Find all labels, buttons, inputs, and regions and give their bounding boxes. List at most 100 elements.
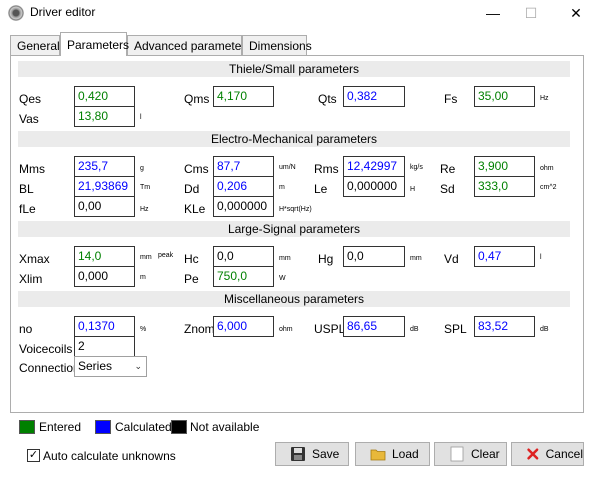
mms-field[interactable]: 235,7 [74,156,135,177]
cms-field[interactable]: 87,7 [213,156,274,177]
chevron-down-icon: ⌄ [134,361,142,371]
tab-general[interactable]: General [10,35,60,55]
pe-unit: W [279,275,286,282]
tab-advanced-parameters[interactable]: Advanced parameters [127,35,251,55]
dd-label: Dd [184,182,200,196]
pe-field[interactable]: 750,0 [213,266,274,287]
checkmark-icon: ✓ [28,449,39,461]
hg-unit: mm [410,255,422,262]
connection-selected-value: Series [78,359,113,373]
section-large-signal: Large-Signal parameters [18,221,570,237]
uspl-label: USPL [314,322,346,336]
qms-label: Qms [184,92,210,106]
xmax-field[interactable]: 14,0 [74,246,135,267]
le-field[interactable]: 0,000000 [343,176,405,197]
kle-field[interactable]: 0,000000 [213,196,274,217]
xlim-label: Xlim [19,272,43,286]
rms-unit: kg/s [410,164,423,171]
legend-na-label: Not available [190,420,260,434]
legend-calculated-label: Calculated [115,420,172,434]
auto-calculate-label: Auto calculate unknowns [43,449,176,463]
spl-label: SPL [444,322,467,336]
cancel-button-label: Cancel [545,447,583,461]
vas-field[interactable]: 13,80 [74,106,135,127]
re-field[interactable]: 3,900 [474,156,535,177]
re-unit: ohm [540,165,554,172]
no-field[interactable]: 0,1370 [74,316,135,337]
voicecoils-label: Voicecoils [19,342,73,356]
load-button-label: Load [392,447,419,461]
qts-label: Qts [318,92,337,106]
connection-select[interactable]: Series ⌄ [74,356,147,377]
section-miscellaneous: Miscellaneous parameters [18,291,570,307]
cancel-button[interactable]: Cancel [511,442,584,466]
qes-field[interactable]: 0,420 [74,86,135,107]
fs-field[interactable]: 35,00 [474,86,535,107]
floppy-disk-icon [291,447,305,461]
maximize-button[interactable]: ☐ [508,0,554,26]
sd-label: Sd [440,182,455,196]
hc-label: Hc [184,252,199,266]
spl-field[interactable]: 83,52 [474,316,535,337]
pe-label: Pe [184,272,199,286]
save-button-label: Save [312,447,340,461]
no-label: no [19,322,33,336]
vd-unit: l [540,254,542,261]
window-title: Driver editor [30,5,96,19]
bl-field[interactable]: 21,93869 [74,176,135,197]
voicecoils-field[interactable]: 2 [74,336,135,357]
maximize-icon: ☐ [524,4,538,21]
rms-field[interactable]: 12,42997 [343,156,405,177]
fs-unit: Hz [540,95,549,102]
close-icon: ✕ [570,4,582,21]
fle-field[interactable]: 0,00 [74,196,135,217]
xmax-label: Xmax [19,252,50,266]
folder-icon [370,449,386,461]
close-button[interactable]: ✕ [553,0,599,26]
bl-unit: Tm [140,184,151,191]
znom-unit: ohm [279,326,293,333]
vas-label: Vas [19,112,39,126]
red-x-icon [527,448,539,460]
xlim-field[interactable]: 0,000 [74,266,135,287]
kle-label: KLe [184,202,206,216]
xmax-unit: mm [140,254,152,261]
hg-field[interactable]: 0,0 [343,246,405,267]
le-label: Le [314,182,328,196]
sd-field[interactable]: 333,0 [474,176,535,197]
clear-button[interactable]: Clear [434,442,507,466]
bl-label: BL [19,182,34,196]
vd-field[interactable]: 0,47 [474,246,535,267]
speaker-icon [8,5,24,21]
section-electro-mechanical: Electro-Mechanical parameters [18,131,570,147]
minimize-icon: — [486,5,500,21]
load-button[interactable]: Load [355,442,430,466]
qts-field[interactable]: 0,382 [343,86,405,107]
hc-field[interactable]: 0,0 [213,246,274,267]
mms-unit: g [140,165,144,172]
dd-field[interactable]: 0,206 [213,176,274,197]
auto-calculate-checkbox[interactable]: ✓ [27,449,40,462]
fs-label: Fs [444,92,458,106]
znom-label: Znom [184,322,215,336]
tab-parameters[interactable]: Parameters [60,32,129,56]
section-thiele-small: Thiele/Small parameters [18,61,570,77]
uspl-field[interactable]: 86,65 [343,316,405,337]
tab-dimensions[interactable]: Dimensions [242,35,312,55]
qms-field[interactable]: 4,170 [213,86,274,107]
title-bar: Driver editor — ☐ ✕ [0,0,608,26]
le-unit: H [410,186,416,193]
sd-unit: cm^2 [540,184,557,191]
re-label: Re [440,162,456,176]
legend-entered-label: Entered [39,420,82,434]
legend-calculated-swatch [95,420,111,434]
cms-unit: um/N [279,164,296,171]
fle-unit: Hz [140,206,149,213]
fle-label: fLe [19,202,36,216]
hc-unit: mm [279,255,291,262]
save-button[interactable]: Save [275,442,349,466]
hg-label: Hg [318,252,334,266]
znom-field[interactable]: 6,000 [213,316,274,337]
legend-entered-swatch [19,420,35,434]
cms-label: Cms [184,162,209,176]
